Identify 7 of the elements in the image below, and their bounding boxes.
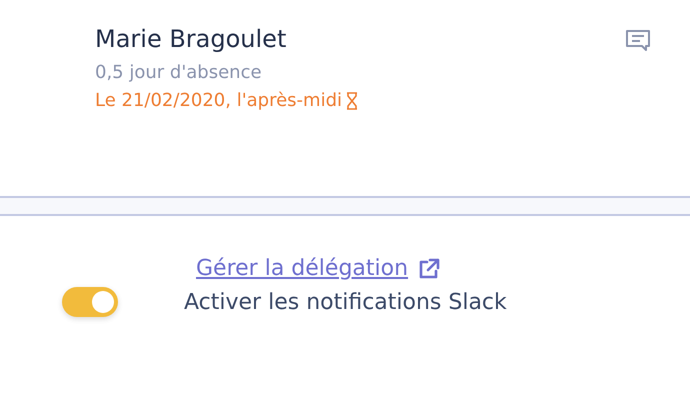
toggle-label: Activer les notifications Slack xyxy=(184,290,507,314)
manage-delegation-link[interactable]: Gérer la délégation xyxy=(196,256,442,281)
slack-toggle[interactable] xyxy=(62,287,118,317)
absence-date: Le 21/02/2020, l'après-midi xyxy=(95,89,342,113)
employee-name: Marie Bragoulet xyxy=(95,24,288,55)
comment-icon[interactable] xyxy=(624,28,652,52)
absence-duration: 0,5 jour d'absence xyxy=(95,61,263,85)
